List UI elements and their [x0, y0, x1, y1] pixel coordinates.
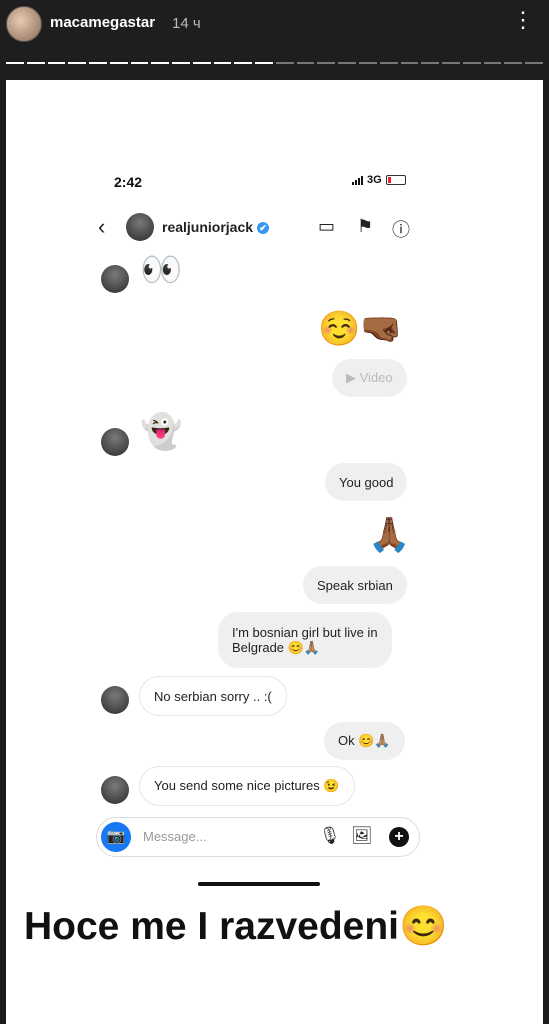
progress-segment [338, 62, 357, 64]
message-input[interactable]: Message... [143, 829, 207, 844]
message-emoji[interactable]: 🙏🏾 [368, 515, 410, 555]
signal-icon [352, 175, 363, 185]
contact-avatar-small [101, 428, 129, 456]
contact-avatar[interactable] [126, 213, 154, 241]
progress-segment [421, 62, 440, 64]
camera-icon[interactable]: 📷 [101, 822, 131, 852]
home-indicator [198, 882, 320, 886]
message-text-line: I'm bosnian girl but live in [232, 624, 378, 640]
chat-header: ‹ realjuniorjack ✔ ▭ ⚑ ⓘ [92, 208, 422, 248]
network-type: 3G [367, 174, 382, 186]
progress-segment [296, 62, 315, 64]
progress-segment [442, 62, 460, 64]
message-bubble[interactable]: Ok 😊🙏🏽 [324, 722, 405, 760]
back-icon[interactable]: ‹ [98, 214, 105, 240]
story-caption: Hoce me I razvedeni😊 [24, 905, 448, 948]
progress-segment [6, 62, 24, 64]
progress-segment [213, 62, 232, 64]
story-avatar[interactable] [6, 6, 42, 42]
story-header: macamegastar 14 ч ⋮ [0, 0, 549, 80]
progress-segment [525, 62, 543, 64]
status-indicators: 3G [352, 174, 406, 186]
contact-name-text: realjuniorjack [162, 219, 254, 235]
verified-icon: ✔ [257, 222, 270, 235]
info-icon[interactable]: ⓘ [392, 216, 410, 242]
progress-segment [89, 62, 107, 64]
progress-segment [234, 62, 253, 64]
flag-icon[interactable]: ⚑ [357, 216, 373, 237]
progress-segment [192, 62, 211, 64]
progress-segment [26, 62, 45, 64]
message-bubble[interactable]: You send some nice pictures 😉 [139, 766, 355, 806]
progress-segment [109, 62, 128, 64]
video-message[interactable]: ▶ Video [332, 359, 407, 397]
status-time: 2:42 [114, 174, 143, 190]
story-progress [6, 62, 543, 64]
progress-segment [400, 62, 419, 64]
progress-segment [504, 62, 523, 64]
message-emoji[interactable]: 👻 [140, 412, 182, 452]
gallery-icon[interactable]: 🖼 [351, 826, 373, 846]
contact-avatar-small [101, 265, 129, 293]
video-call-icon[interactable]: ▭ [318, 216, 335, 237]
progress-segment [275, 62, 294, 64]
progress-segment [483, 62, 502, 64]
progress-segment [68, 62, 87, 64]
story-username[interactable]: macamegastar [50, 14, 155, 31]
message-emoji[interactable]: ☺️🤜🏾 [318, 309, 403, 349]
progress-segment [47, 62, 66, 64]
progress-segment [130, 62, 149, 64]
progress-segment [317, 62, 336, 64]
progress-segment [359, 62, 377, 64]
progress-segment [379, 62, 398, 64]
contact-name[interactable]: realjuniorjack ✔ [162, 219, 270, 235]
message-emoji[interactable]: 👀 [140, 250, 182, 290]
plus-icon[interactable]: + [389, 827, 409, 847]
contact-avatar-small [101, 776, 129, 804]
contact-avatar-small [101, 686, 129, 714]
message-bubble[interactable]: No serbian sorry .. :( [139, 676, 287, 716]
message-bubble[interactable]: You good [325, 463, 408, 501]
progress-segment [151, 62, 170, 64]
message-bubble[interactable]: I'm bosnian girl but live in Belgrade 😊🙏… [218, 612, 392, 668]
message-text-line: Belgrade 😊🙏🏽 [232, 639, 321, 655]
story-timestamp: 14 ч [172, 15, 201, 32]
more-options-icon[interactable]: ⋮ [512, 9, 535, 31]
progress-segment [172, 62, 190, 64]
progress-segment [462, 62, 481, 64]
battery-icon [385, 175, 406, 185]
message-composer: 📷 Message... 🎙 🖼 + [96, 817, 420, 857]
microphone-icon[interactable]: 🎙 [319, 826, 341, 846]
progress-segment [255, 62, 273, 64]
message-bubble[interactable]: Speak srbian [303, 566, 407, 604]
